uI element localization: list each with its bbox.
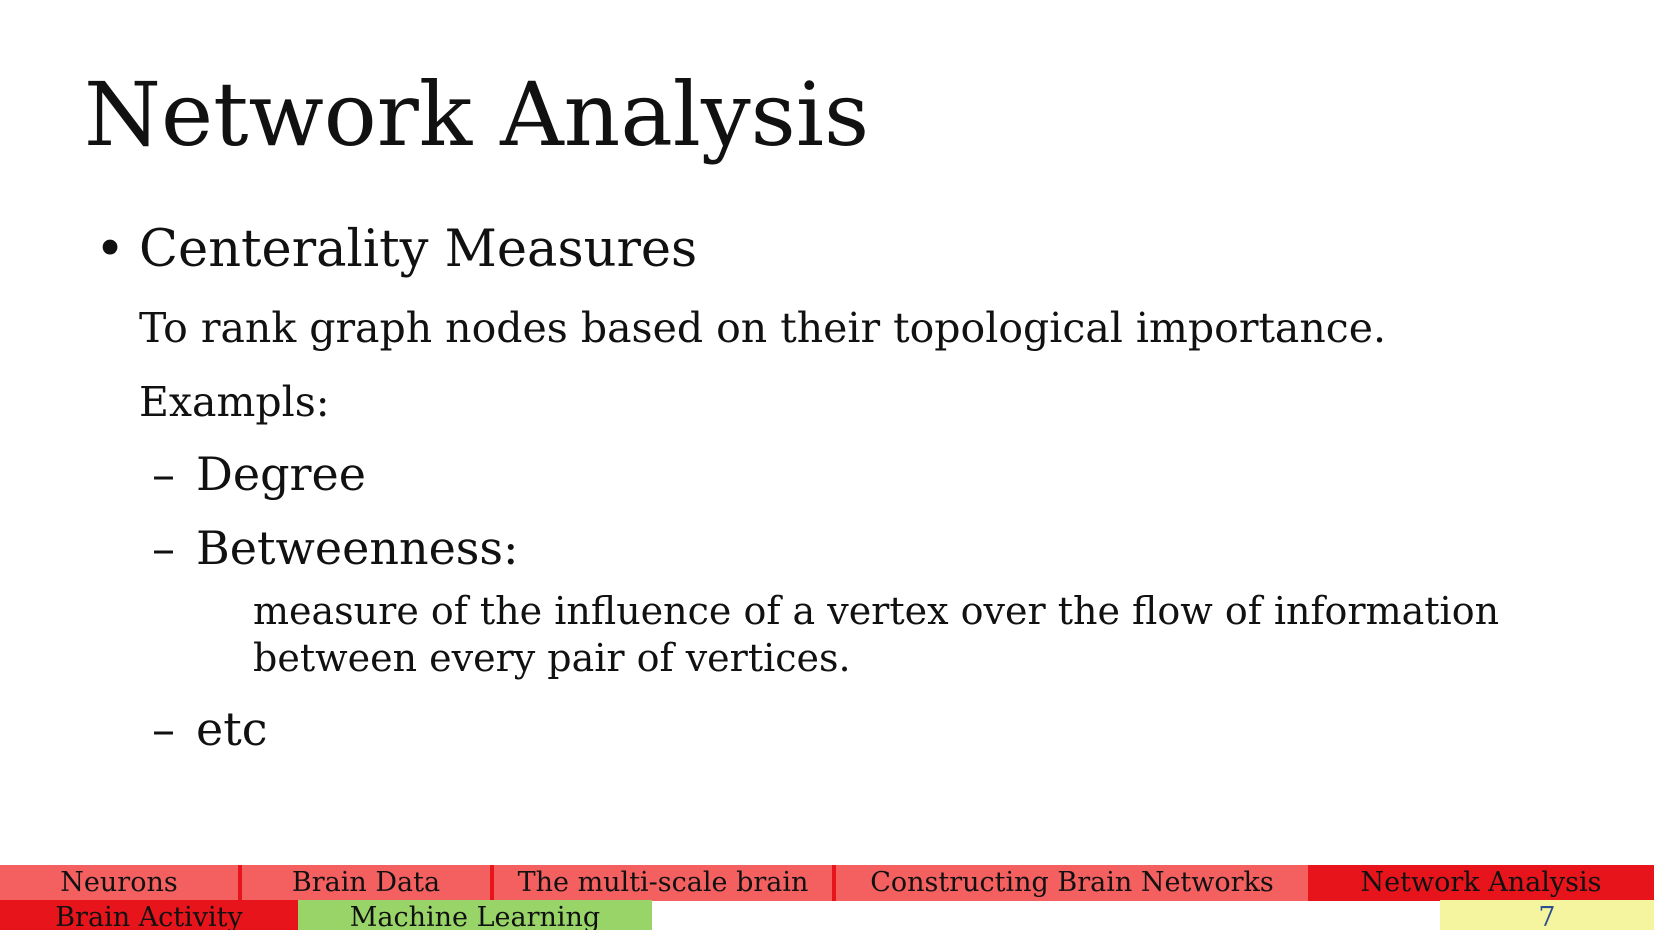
betweenness-description: measure of the influence of a vertex ove… <box>253 589 1500 680</box>
nav-section-brain-activity[interactable]: Brain Activity <box>0 900 298 930</box>
dash: – <box>152 521 175 575</box>
nav-section-machine-learning[interactable]: Machine Learning <box>298 900 652 930</box>
slide-title: Network Analysis <box>84 63 870 166</box>
nav-section-constructing-brain-networks[interactable]: Constructing Brain Networks <box>836 865 1308 901</box>
bullet-dot: • <box>95 220 126 279</box>
bullet-description: To rank graph nodes based on their topol… <box>139 304 1387 352</box>
dash: – <box>152 447 175 501</box>
list-item-label: Betweenness: <box>196 521 519 575</box>
subsection-navigation: Brain Activity Machine Learning 7 <box>0 900 1654 930</box>
list-item-degree: – Degree <box>152 445 366 503</box>
nav-section-brain-data[interactable]: Brain Data <box>242 865 490 901</box>
list-item-label: etc <box>196 702 268 756</box>
dash: – <box>152 702 175 756</box>
bullet-label: Centerality Measures <box>139 220 698 279</box>
list-item-etc: – etc <box>152 700 267 758</box>
nav-section-neurons[interactable]: Neurons <box>0 865 238 901</box>
nav-section-multi-scale-brain[interactable]: The multi-scale brain <box>494 865 832 901</box>
list-item-label: Degree <box>196 447 366 501</box>
section-navigation: Neurons Brain Data The multi-scale brain… <box>0 865 1654 901</box>
bullet-centerality: • Centerality Measures <box>95 218 697 282</box>
page-number: 7 <box>1440 900 1654 930</box>
nav-section-network-analysis[interactable]: Network Analysis <box>1308 865 1654 901</box>
examples-label: Exampls: <box>139 378 330 426</box>
list-item-betweenness: – Betweenness: <box>152 519 519 577</box>
